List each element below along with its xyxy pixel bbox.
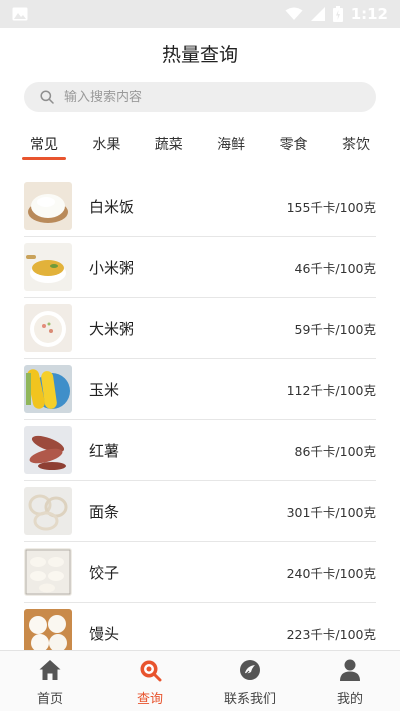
millet-porridge-image — [24, 243, 72, 291]
nav-home-label: 首页 — [36, 692, 63, 707]
food-name: 红薯 — [89, 441, 120, 460]
status-time: 1:12 — [350, 5, 388, 23]
food-name: 面条 — [89, 502, 120, 521]
dumplings-image — [24, 548, 72, 596]
food-calories: 59千卡/100克 — [294, 321, 376, 337]
tab-common[interactable]: 常见 — [22, 128, 66, 162]
status-right: 1:12 — [285, 5, 388, 23]
food-name: 大米粥 — [89, 319, 135, 338]
signal-icon — [310, 7, 325, 21]
sweet-potato-image — [24, 426, 72, 474]
list-item[interactable]: 玉米 112千卡/100克 — [24, 359, 376, 420]
tab-seafood[interactable]: 海鲜 — [209, 128, 253, 162]
food-name: 小米粥 — [89, 258, 135, 277]
noodles-image — [24, 487, 72, 535]
food-calories: 240千卡/100克 — [286, 565, 376, 581]
status-left — [12, 7, 28, 21]
list-item[interactable]: 大米粥 59千卡/100克 — [24, 298, 376, 359]
nav-search[interactable]: 查询 — [100, 651, 200, 711]
list-item[interactable]: 白米饭 155千卡/100克 — [24, 176, 376, 237]
food-name: 饺子 — [89, 563, 120, 582]
list-item[interactable]: 小米粥 46千卡/100克 — [24, 237, 376, 298]
list-item[interactable]: 饺子 240千卡/100克 — [24, 542, 376, 603]
tab-snacks[interactable]: 零食 — [272, 128, 316, 162]
nav-contact-label: 联系我们 — [223, 692, 276, 707]
nav-contact[interactable]: 联系我们 — [200, 651, 300, 711]
tab-vegetables[interactable]: 蔬菜 — [147, 128, 191, 162]
contact-icon — [240, 660, 260, 680]
steamed-bun-image — [24, 609, 72, 650]
food-calories: 155千卡/100克 — [286, 199, 376, 215]
rice-image — [24, 182, 72, 230]
status-bar: 1:12 — [0, 0, 400, 28]
food-name: 白米饭 — [89, 197, 135, 216]
list-item[interactable]: 面条 301千卡/100克 — [24, 481, 376, 542]
list-item[interactable]: 馒头 223千卡/100克 — [24, 603, 376, 650]
nav-home[interactable]: 首页 — [0, 651, 100, 711]
food-calories: 46千卡/100克 — [294, 260, 376, 276]
food-name: 玉米 — [89, 380, 120, 399]
food-calories: 223千卡/100克 — [286, 626, 376, 642]
nav-profile[interactable]: 我的 — [300, 651, 400, 711]
rice-porridge-image — [24, 304, 72, 352]
gallery-notification-icon — [12, 7, 28, 21]
bottom-nav: 首页 查询 联系我们 我的 — [0, 650, 400, 711]
battery-icon — [332, 6, 343, 22]
search-bar[interactable] — [24, 82, 376, 112]
page-title: 热量查询 — [161, 44, 238, 66]
list-item[interactable]: 红薯 86千卡/100克 — [24, 420, 376, 481]
search-icon — [40, 90, 54, 104]
home-icon — [39, 660, 61, 680]
tab-fruit[interactable]: 水果 — [84, 128, 128, 162]
food-calories: 301千卡/100克 — [286, 504, 376, 520]
nav-search-label: 查询 — [136, 692, 163, 707]
food-calories: 112千卡/100克 — [286, 382, 376, 398]
corn-image — [24, 365, 72, 413]
user-icon — [340, 659, 360, 681]
search-icon — [140, 660, 162, 682]
nav-profile-label: 我的 — [336, 692, 363, 707]
tab-drinks[interactable]: 茶饮 — [334, 128, 378, 162]
wifi-icon — [285, 7, 303, 20]
food-name: 馒头 — [89, 624, 120, 643]
food-calories: 86千卡/100克 — [294, 443, 376, 459]
food-list: 白米饭 155千卡/100克 小米粥 46千卡/100克 大米粥 59千卡/10… — [24, 176, 376, 650]
category-tabs: 常见 水果 蔬菜 海鲜 零食 茶饮 — [22, 128, 378, 162]
search-input[interactable] — [64, 89, 344, 105]
